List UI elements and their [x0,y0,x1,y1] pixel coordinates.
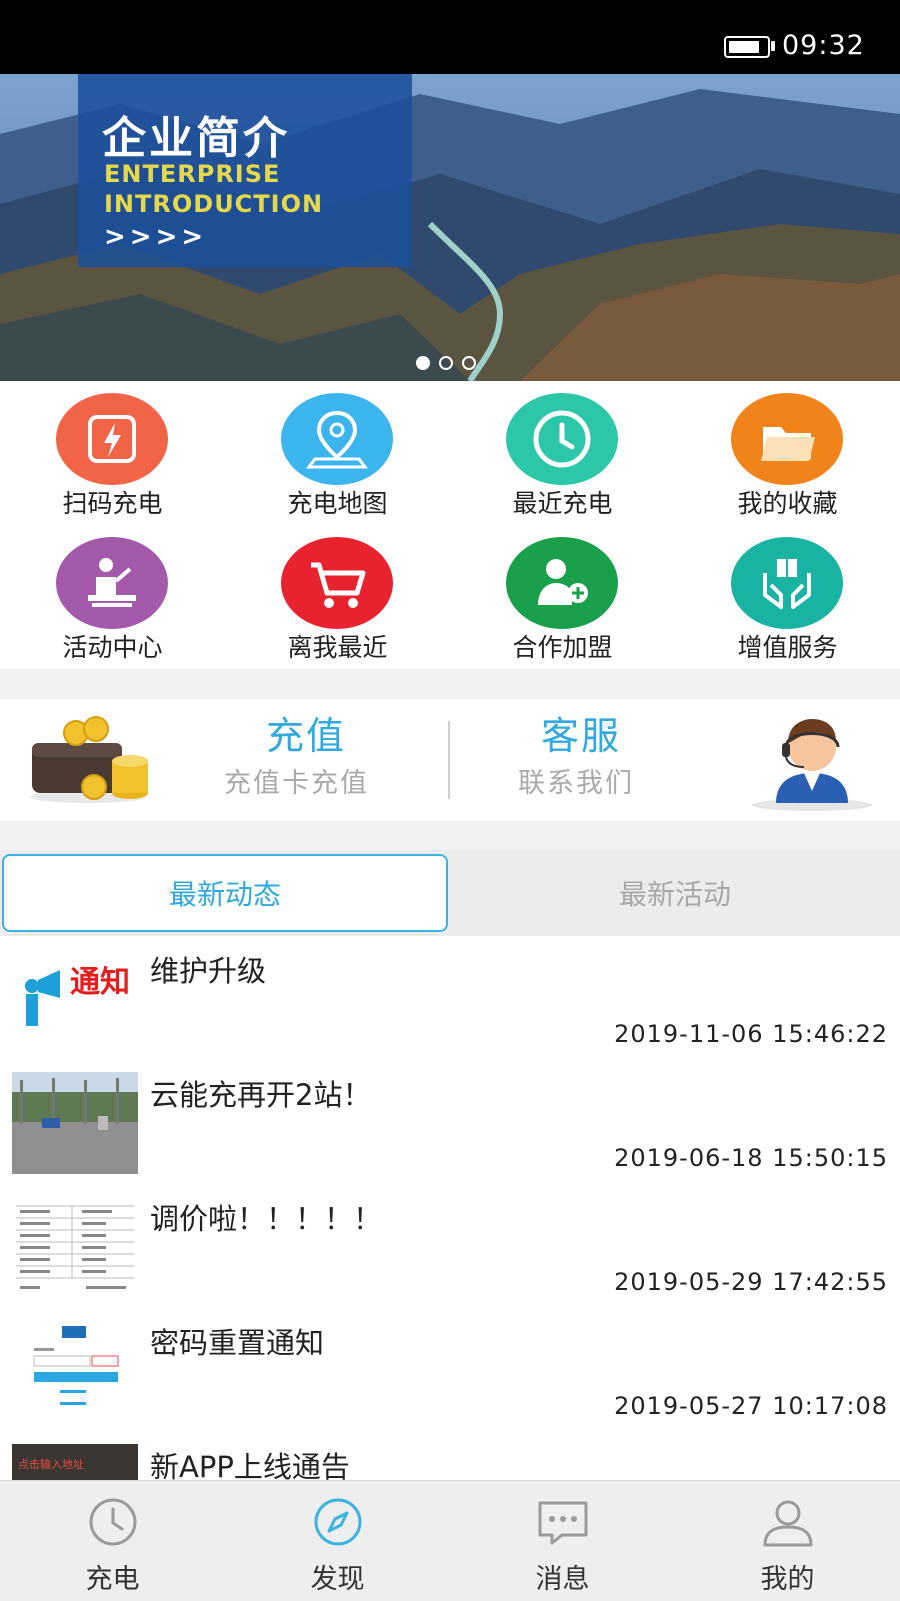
notice-thumbnail-text: 通知 [70,965,130,1000]
price-table-thumbnail [12,1196,138,1298]
station-photo-thumbnail [12,1072,138,1174]
banner-title: 企业简介 [102,113,290,164]
tab-latest-activities[interactable]: 最新活动 [452,854,898,932]
bottom-nav: 充电 发现 消息 我的 [0,1480,900,1601]
support-subtitle[interactable]: 联系我们 [518,761,634,800]
news-item[interactable]: 密码重置通知 2019-05-27 10:17:08 [0,1308,900,1433]
news-time: 2019-05-27 10:17:08 [614,1392,888,1420]
news-item[interactable]: 云能充再开2站！ 2019-06-18 15:50:15 [0,1060,900,1185]
nav-label: 我的 [760,1564,815,1595]
recharge-subtitle[interactable]: 充值卡充值 [224,761,369,800]
grid-label: 充电地图 [287,489,388,518]
news-title: 新APP上线通告 [150,1450,350,1480]
carousel-dot-3[interactable] [462,356,476,370]
carousel-dot-1[interactable] [416,356,430,370]
feature-grid: 扫码充电 充电地图 最近充电 我的收藏 活动中心 离我最近 合作加盟 增值服务 [0,381,900,669]
grid-label: 我的收藏 [737,489,838,518]
chat-icon [538,1501,588,1545]
service-row: 充值 充值卡充值 客服 联系我们 [0,699,900,821]
clock-icon [506,393,618,485]
status-time: 09:32 [782,30,865,61]
grid-item-value-added[interactable]: 增值服务 [675,525,900,669]
map-pin-icon [281,393,393,485]
nav-label: 消息 [535,1564,590,1595]
recharge-title[interactable]: 充值 [266,705,346,760]
nav-item-discover[interactable]: 发现 [225,1481,450,1601]
app-launch-thumbnail-text: 点击输入地址 [18,1457,84,1471]
nav-label: 发现 [310,1564,365,1595]
wallet-coins-icon [30,716,148,803]
clock-icon [89,1498,137,1546]
grid-label: 合作加盟 [512,633,613,662]
banner-subtitle-line2: INTRODUCTION [104,190,324,218]
scan-charge-icon [56,393,168,485]
grid-item-join-partner[interactable]: 合作加盟 [450,525,675,669]
banner-arrows: >>>> [104,222,208,252]
grid-item-scan-charge[interactable]: 扫码充电 [0,381,225,525]
service-divider [448,721,450,799]
news-list: 通知 维护升级 2019-11-06 15:46:22 云能充再开2站！ 201… [0,936,900,1480]
news-item[interactable]: 调价啦！！！！！ 2019-05-29 17:42:55 [0,1184,900,1309]
grid-item-favorites[interactable]: 我的收藏 [675,381,900,525]
news-item[interactable]: 通知 维护升级 2019-11-06 15:46:22 [0,936,900,1061]
add-user-icon [506,537,618,629]
notice-thumbnail: 通知 [12,948,138,1050]
grid-item-charge-map[interactable]: 充电地图 [225,381,450,525]
grid-item-recent-charge[interactable]: 最近充电 [450,381,675,525]
news-time: 2019-06-18 15:50:15 [614,1144,888,1172]
news-title: 调价啦！！！！！ [150,1202,383,1236]
news-title: 云能充再开2站！ [150,1078,372,1112]
compass-icon [314,1498,362,1546]
gift-hands-icon [731,537,843,629]
grid-label: 扫码充电 [62,489,163,518]
battery-tip [771,41,775,51]
app-launch-thumbnail: 点击输入地址 [12,1444,138,1480]
customer-service-avatar [752,719,872,811]
login-form-thumbnail [12,1320,138,1422]
banner-carousel[interactable]: 企业简介 ENTERPRISE INTRODUCTION >>>> [0,74,900,381]
grid-label: 最近充电 [512,489,613,518]
news-time: 2019-11-06 15:46:22 [614,1020,888,1048]
grid-label: 增值服务 [737,633,838,662]
nav-item-charge[interactable]: 充电 [0,1481,225,1601]
banner-subtitle-line1: ENTERPRISE [104,160,281,188]
grid-item-nearby[interactable]: 离我最近 [225,525,450,669]
grid-label: 离我最近 [287,633,388,662]
tab-latest-news[interactable]: 最新动态 [2,854,448,932]
cart-icon [281,537,393,629]
nav-label: 充电 [85,1564,140,1595]
news-title: 维护升级 [150,954,267,988]
folder-icon [731,393,843,485]
carousel-dot-2[interactable] [439,356,453,370]
presenter-icon [56,537,168,629]
battery-icon [724,36,770,58]
support-title[interactable]: 客服 [541,705,621,760]
news-title: 密码重置通知 [150,1326,325,1360]
nav-item-mine[interactable]: 我的 [675,1481,900,1601]
news-tabs: 最新动态 最新活动 [0,850,900,936]
news-time: 2019-05-29 17:42:55 [614,1268,888,1296]
grid-item-activity-center[interactable]: 活动中心 [0,525,225,669]
nav-item-messages[interactable]: 消息 [450,1481,675,1601]
news-item[interactable]: 点击输入地址 新APP上线通告 [0,1432,900,1480]
user-icon [763,1500,813,1547]
banner-caption-box: 企业简介 ENTERPRISE INTRODUCTION >>>> [78,74,412,267]
grid-label: 活动中心 [62,633,163,662]
